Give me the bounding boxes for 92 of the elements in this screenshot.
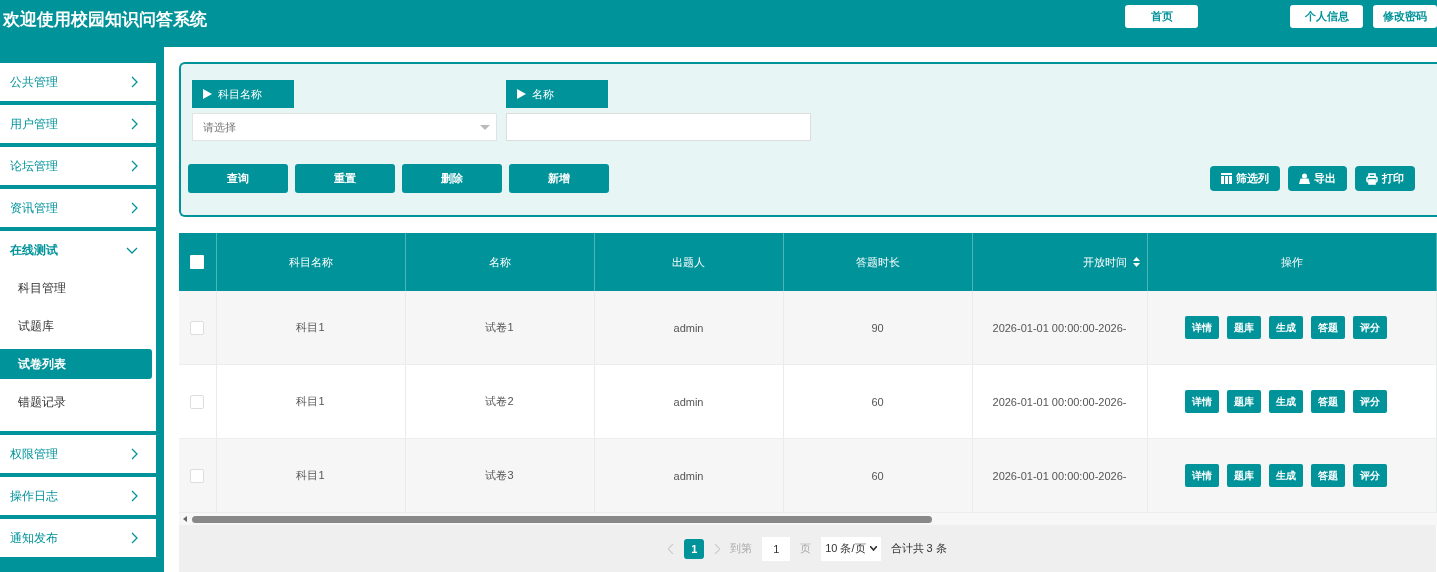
select-field[interactable]: 请选择	[192, 113, 497, 141]
column-header: 答题时长	[855, 254, 900, 270]
next-page-icon	[714, 543, 721, 554]
prev-page-icon	[668, 543, 675, 554]
row-action-button[interactable]: 答题	[1310, 464, 1345, 487]
user-icon	[1299, 173, 1310, 184]
page-size-select[interactable]: 10 条/页	[821, 536, 881, 561]
caret-icon	[869, 546, 877, 551]
row-action-button[interactable]: 详情	[1184, 390, 1219, 413]
table-cell: 试卷2	[485, 395, 514, 407]
row-action-button[interactable]: 题库	[1226, 316, 1261, 339]
row-action-button[interactable]: 详情	[1184, 316, 1219, 339]
table-cell: admin	[673, 469, 704, 482]
table-cell: 90	[871, 321, 884, 334]
checkbox[interactable]	[190, 394, 205, 409]
table-cell: 2026-01-01 00:00:00-2026-	[992, 395, 1127, 408]
chevron-right-icon	[131, 448, 138, 460]
checkbox[interactable]	[190, 468, 205, 483]
input-field[interactable]	[506, 113, 811, 141]
dropdown-arrow-icon	[480, 124, 490, 130]
chevron-right-icon	[131, 160, 138, 172]
row-action-button[interactable]: 评分	[1352, 316, 1387, 339]
table-cell: 科目1	[296, 469, 325, 481]
sidebar-subitem[interactable]: 试卷列表	[0, 349, 152, 379]
sidebar-item[interactable]: 资讯管理	[0, 189, 156, 227]
printer-icon	[1366, 172, 1378, 185]
sidebar-item[interactable]: 用户管理	[0, 105, 156, 143]
nav-button[interactable]: 修改密码	[1373, 5, 1437, 28]
sidebar-item[interactable]: 权限管理	[0, 435, 156, 473]
action-button[interactable]: 查询	[188, 164, 288, 193]
row-action-button[interactable]: 答题	[1310, 390, 1345, 413]
chevron-right-icon	[131, 532, 138, 544]
column-header: 科目名称	[288, 254, 333, 270]
sidebar-item[interactable]: 公共管理	[0, 63, 156, 101]
action-button[interactable]: 新增	[509, 164, 609, 193]
row-action-button[interactable]: 详情	[1184, 464, 1219, 487]
goto-label: 到第	[730, 541, 753, 556]
table-cell: 试卷1	[485, 321, 514, 333]
page-button[interactable]: 1	[684, 538, 705, 559]
row-action-button[interactable]: 生成	[1268, 390, 1303, 413]
triangle-icon	[517, 89, 526, 99]
columns-icon	[1221, 173, 1232, 184]
nav-button[interactable]: 首页	[1125, 5, 1198, 28]
table-cell: 科目1	[296, 395, 325, 407]
table-cell: 60	[871, 469, 884, 482]
table-cell: 60	[871, 395, 884, 408]
field-label: 名称	[506, 80, 608, 108]
field-label: 科目名称	[192, 80, 294, 108]
checkbox[interactable]	[190, 320, 205, 335]
row-action-button[interactable]: 生成	[1268, 464, 1303, 487]
toolbar-button[interactable]: 导出	[1288, 166, 1347, 191]
sidebar-item[interactable]: 操作日志	[0, 477, 156, 515]
row-action-button[interactable]: 生成	[1268, 316, 1303, 339]
table-cell: 试卷3	[485, 469, 514, 481]
row-action-button[interactable]: 答题	[1310, 316, 1345, 339]
nav-button[interactable]: 个人信息	[1290, 5, 1363, 28]
toolbar-button[interactable]: 筛选列	[1210, 166, 1280, 191]
action-button[interactable]: 删除	[402, 164, 502, 193]
chevron-right-icon	[131, 76, 138, 88]
action-button[interactable]: 重置	[295, 164, 395, 193]
column-header: 操作	[1280, 254, 1303, 270]
chevron-right-icon	[131, 202, 138, 214]
column-header: 开放时间	[1082, 254, 1127, 270]
page-input[interactable]: 1	[762, 536, 791, 561]
app-title: 欢迎使用校园知识问答系统	[3, 9, 207, 31]
column-header: 名称	[488, 254, 511, 270]
row-action-button[interactable]: 评分	[1352, 464, 1387, 487]
table-cell: 科目1	[296, 321, 325, 333]
scroll-left-icon	[183, 516, 187, 522]
table-cell: admin	[673, 321, 704, 334]
row-action-button[interactable]: 题库	[1226, 464, 1261, 487]
chevron-right-icon	[131, 118, 138, 130]
row-action-button[interactable]: 题库	[1226, 390, 1261, 413]
row-action-button[interactable]: 评分	[1352, 390, 1387, 413]
sidebar-subitem[interactable]: 错题记录	[0, 383, 156, 421]
scrollbar[interactable]	[179, 513, 1437, 525]
sidebar-item[interactable]: 论坛管理	[0, 147, 156, 185]
sidebar-subitem[interactable]: 试题库	[0, 307, 156, 345]
sidebar-item[interactable]: 通知发布	[0, 519, 156, 557]
checkbox[interactable]	[190, 255, 205, 269]
total-count: 合计共 3 条	[890, 541, 947, 556]
table-cell: 2026-01-01 00:00:00-2026-	[992, 321, 1127, 334]
chevron-right-icon	[131, 490, 138, 502]
table-cell: admin	[673, 395, 704, 408]
table-cell: 2026-01-01 00:00:00-2026-	[992, 469, 1127, 482]
column-header: 出题人	[672, 254, 705, 270]
sidebar-item[interactable]: 在线测试	[0, 231, 156, 269]
triangle-icon	[203, 89, 212, 99]
chevron-down-icon	[126, 246, 138, 254]
page-suffix: 页	[800, 541, 812, 556]
sidebar-subitem[interactable]: 科目管理	[0, 269, 156, 307]
toolbar-button[interactable]: 打印	[1355, 166, 1415, 191]
